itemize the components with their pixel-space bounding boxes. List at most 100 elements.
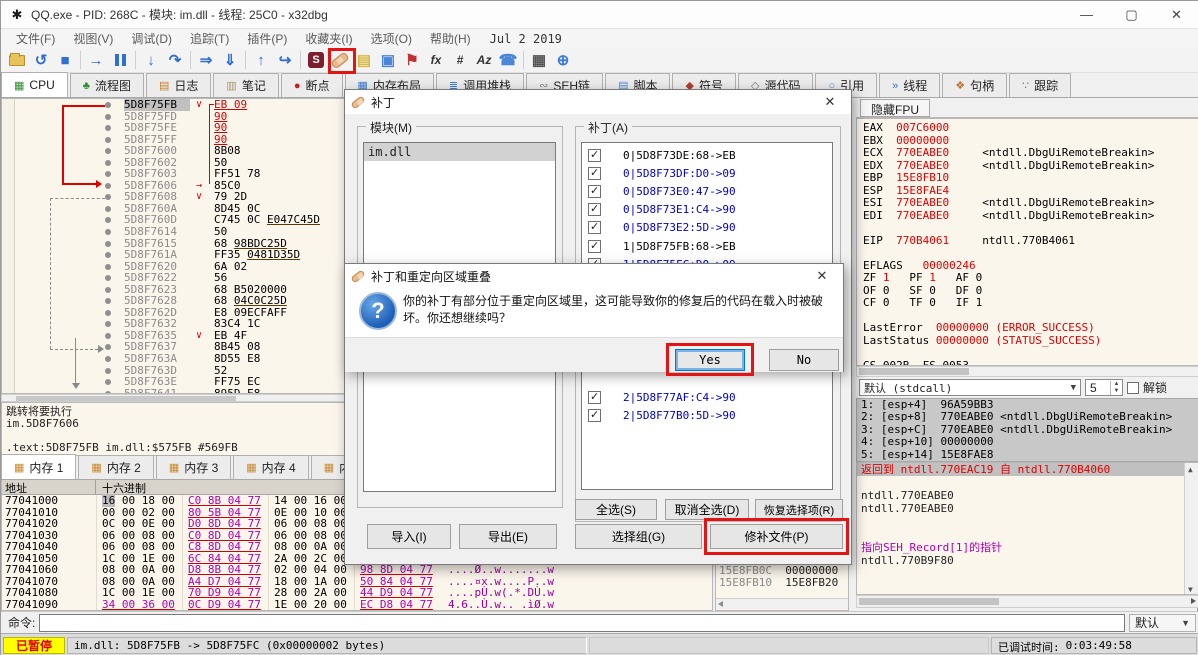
run-to-user-code-icon[interactable]: ⇓ (218, 49, 242, 71)
patch-checkbox[interactable] (588, 240, 601, 253)
stack-horizontal-scrollbar[interactable] (716, 598, 848, 609)
step-out-icon[interactable]: ↑ (249, 49, 273, 71)
patch-list-item[interactable]: 2|5D8F77B0:5D->90 (582, 406, 832, 424)
patch-checkbox[interactable] (588, 391, 601, 404)
breakpoint-dot[interactable] (105, 171, 111, 177)
breakpoint-dot[interactable] (105, 252, 111, 258)
argument-count-stepper[interactable]: 5 ▲▼ (1085, 379, 1123, 396)
execute-till-return-icon[interactable]: ⇒ (194, 49, 218, 71)
run-icon[interactable]: → (84, 49, 108, 71)
az-icon[interactable]: Az (472, 49, 496, 71)
info-horizontal-scrollbar[interactable] (856, 595, 1198, 608)
breakpoint-dot[interactable] (105, 206, 111, 212)
patch-list-item[interactable]: 0|5D8F73E2:5D->90 (582, 219, 832, 237)
calling-convention-select[interactable]: 默认 (stdcall) ▼ (859, 379, 1081, 396)
label-icon[interactable]: ▣ (376, 49, 400, 71)
tab-断点[interactable]: ●断点 (281, 73, 343, 97)
tab-CPU[interactable]: ▦CPU (1, 72, 68, 97)
pause-icon[interactable] (108, 49, 132, 71)
import-button[interactable]: 导入(I) (367, 524, 451, 549)
module-list-item[interactable]: im.dll (364, 143, 555, 161)
restart-icon[interactable]: ↺ (29, 49, 53, 71)
close-button[interactable]: ✕ (1154, 1, 1198, 29)
calculator-icon[interactable]: ▦ (527, 49, 551, 71)
menu-帮助(H)[interactable]: 帮助(H) (421, 30, 480, 48)
tab-笔记[interactable]: ▥笔记 (213, 73, 278, 97)
warning-dialog-titlebar[interactable]: 补丁和重定向区域重叠 ✕ (345, 264, 843, 288)
breakpoint-dot[interactable] (105, 264, 111, 270)
memory-tab-2[interactable]: ▦内存 2 (78, 455, 153, 479)
info-vertical-scrollbar[interactable]: ▲▼ (1184, 463, 1198, 595)
attach-icon[interactable]: ☎ (496, 49, 520, 71)
memory-tab-1[interactable]: ▦内存 1 (1, 454, 76, 479)
breakpoint-dot[interactable] (105, 217, 111, 223)
menu-选项(O)[interactable]: 选项(O) (362, 30, 421, 48)
stack-row[interactable]: 15E8FB10 15E8FB20 (719, 577, 838, 589)
memory-tab-4[interactable]: ▦内存 4 (233, 455, 308, 479)
tab-句柄[interactable]: ❖句柄 (942, 73, 1007, 97)
strings-icon[interactable]: S (304, 49, 328, 71)
menu-收藏夹(I)[interactable]: 收藏夹(I) (296, 30, 361, 48)
registers-pane[interactable]: EAX 007C6000EBX 00000000ECX 770EABE0 <nt… (856, 118, 1198, 366)
patch-checkbox[interactable] (588, 167, 601, 180)
memory-tab-3[interactable]: ▦内存 3 (156, 455, 231, 479)
patch-icon[interactable] (328, 49, 352, 71)
breakpoint-dot[interactable] (105, 379, 111, 385)
globe-icon[interactable]: ⊕ (551, 49, 575, 71)
breakpoint-dot[interactable] (105, 160, 111, 166)
tab-跟踪[interactable]: ∵跟踪 (1009, 73, 1071, 97)
yes-button[interactable]: Yes (675, 349, 745, 371)
breakpoint-dot[interactable] (105, 137, 111, 143)
pick-groups-button[interactable]: 选择组(G) (575, 524, 702, 549)
tab-日志[interactable]: ▤日志 (146, 73, 211, 97)
breakpoint-dot[interactable] (105, 344, 111, 350)
command-input[interactable] (39, 614, 1125, 632)
menu-追踪(T)[interactable]: 追踪(T) (181, 30, 238, 48)
breakpoint-dot[interactable] (105, 275, 111, 281)
breakpoint-dot[interactable] (105, 333, 111, 339)
breakpoint-dot[interactable] (105, 356, 111, 362)
memory-row[interactable]: 770410801C 00 1E 0070 D9 04 7728 00 2A 0… (2, 587, 712, 599)
arguments-pane[interactable]: 1: [esp+4] 96A59BB32: [esp+8] 770EABE0 <… (856, 398, 1198, 462)
breakpoint-dot[interactable] (105, 125, 111, 131)
patch-list-item[interactable]: 0|5D8F73E1:C4->90 (582, 201, 832, 219)
patch-checkbox[interactable] (588, 149, 601, 162)
patch-list-item[interactable]: 1|5D8F75FB:68->EB (582, 237, 832, 255)
patch-dialog-titlebar[interactable]: 补丁 ✕ (345, 90, 851, 114)
menu-文件(F)[interactable]: 文件(F) (7, 30, 64, 48)
breakpoint-dot[interactable] (105, 321, 111, 327)
deselect-all-button[interactable]: 取消全选(D) (665, 499, 749, 520)
breakpoint-dot[interactable] (105, 241, 111, 247)
tab-流程图[interactable]: ♣流程图 (70, 73, 144, 97)
breakpoint-dot[interactable] (105, 310, 111, 316)
memory-row[interactable]: 7704109034 00 36 000C D9 04 771E 00 20 0… (2, 599, 712, 611)
patch-checkbox[interactable] (588, 203, 601, 216)
bookmark-icon[interactable]: ⚑ (400, 49, 424, 71)
patch-list-item[interactable]: 0|5D8F73DE:68->EB (582, 146, 832, 164)
command-profile-select[interactable]: 默认 ▼ (1129, 614, 1196, 632)
menu-视图(V)[interactable]: 视图(V) (64, 30, 122, 48)
hash-icon[interactable]: # (448, 49, 472, 71)
warning-dialog-close-icon[interactable]: ✕ (807, 268, 837, 284)
patch-checkbox[interactable] (588, 409, 601, 422)
patch-list-item[interactable]: 0|5D8F73E0:47->90 (582, 182, 832, 200)
breakpoint-dot[interactable] (105, 114, 111, 120)
comment-icon[interactable]: ▤ (352, 49, 376, 71)
breakpoint-dot[interactable] (105, 287, 111, 293)
patch-checkbox[interactable] (588, 221, 601, 234)
breakpoint-dot[interactable] (105, 298, 111, 304)
memory-row[interactable]: 7704106008 00 0A 00D8 8B 04 7702 00 04 0… (2, 564, 712, 576)
tab-线程[interactable]: »线程 (879, 73, 940, 97)
patch-list-item[interactable]: 2|5D8F77AF:C4->90 (582, 388, 832, 406)
no-button[interactable]: No (769, 349, 839, 371)
registers-horizontal-scrollbar[interactable] (856, 366, 1198, 377)
patch-file-button[interactable]: 修补文件(P) (710, 524, 843, 549)
hide-fpu-button[interactable]: 隐藏FPU (860, 99, 930, 117)
patch-checkbox[interactable] (588, 185, 601, 198)
maximize-button[interactable]: ▢ (1109, 1, 1154, 29)
function-icon[interactable]: fx (424, 49, 448, 71)
step-over-icon[interactable]: ↷ (163, 49, 187, 71)
unlock-checkbox[interactable] (1127, 382, 1139, 394)
open-file-icon[interactable] (5, 49, 29, 71)
restore-selection-button[interactable]: 恢复选择项(R) (755, 499, 843, 520)
